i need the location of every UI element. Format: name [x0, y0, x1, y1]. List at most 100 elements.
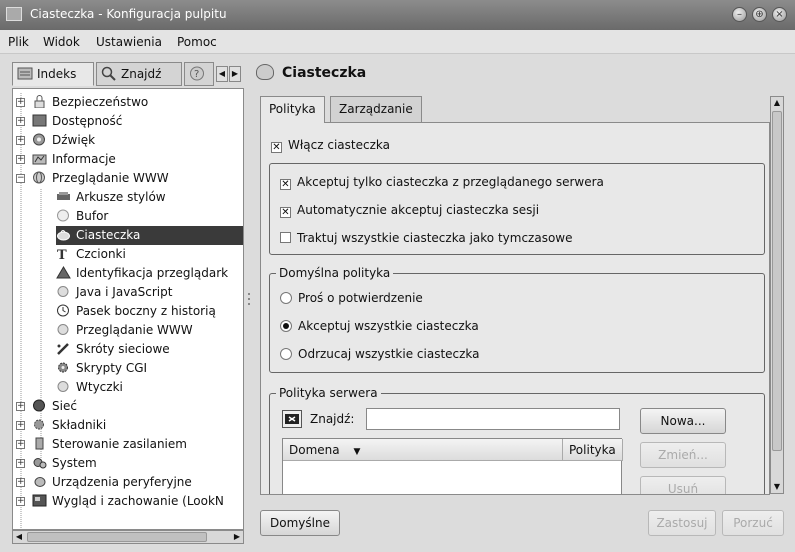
tab-management[interactable]: Zarządzanie: [330, 96, 422, 122]
expand-icon[interactable]: +: [16, 440, 25, 449]
expand-icon[interactable]: +: [16, 478, 25, 487]
tree-item-cookies[interactable]: Ciasteczka: [56, 226, 243, 245]
tab-search[interactable]: Znajdź: [96, 62, 182, 86]
domain-search-input[interactable]: [366, 408, 620, 430]
minimize-button[interactable]: –: [732, 7, 747, 22]
menu-help[interactable]: Pomoc: [177, 35, 217, 49]
tree-item-cache[interactable]: Bufor: [56, 207, 241, 226]
tree-item-accessibility[interactable]: + Dostępność: [16, 112, 241, 131]
treat-all-as-session-checkbox[interactable]: Traktuj wszystkie ciasteczka jako tymcza…: [280, 230, 573, 246]
tabs-scroll-left-button[interactable]: ◀: [216, 66, 228, 82]
tree-item-information[interactable]: + Informacje: [16, 150, 241, 169]
expand-icon[interactable]: +: [16, 136, 25, 145]
checkbox-box[interactable]: ✕: [280, 179, 291, 190]
lock-icon: [32, 95, 47, 109]
tree-item-plugins[interactable]: Wtyczki: [56, 378, 241, 397]
scroll-left-arrow[interactable]: ◀: [13, 531, 25, 543]
reject-all-radio[interactable]: Odrzucaj wszystkie ciasteczka: [280, 346, 480, 362]
apply-button[interactable]: Zastosuj: [648, 510, 716, 536]
group-title: Domyślna polityka: [276, 266, 394, 280]
new-policy-button[interactable]: Nowa...: [640, 408, 726, 434]
change-policy-button[interactable]: Zmień...: [640, 442, 726, 468]
accept-all-radio[interactable]: Akceptuj wszystkie ciasteczka: [280, 318, 479, 334]
radio-label: Odrzucaj wszystkie ciasteczka: [298, 347, 480, 361]
checkbox-box[interactable]: ✕: [280, 207, 291, 218]
tree-item-cgi-scripts[interactable]: Skrypty CGI: [56, 359, 241, 378]
maximize-button[interactable]: ⊕: [752, 7, 767, 22]
menu-file[interactable]: Plik: [8, 35, 29, 49]
collapse-icon[interactable]: −: [16, 174, 25, 183]
expand-icon[interactable]: +: [16, 155, 25, 164]
accessibility-icon: [32, 114, 47, 127]
tree-item-label: Dostępność: [52, 114, 123, 128]
window-title: Ciasteczka - Konfiguracja pulpitu: [30, 7, 227, 21]
appearance-icon: [32, 494, 47, 507]
radio-circle[interactable]: [280, 320, 292, 332]
ask-for-confirmation-radio[interactable]: Proś o potwierdzenie: [280, 290, 423, 306]
server-policy-group: Polityka serwera Znajdź: Nowa... Zmień..…: [269, 386, 765, 494]
index-icon: [17, 66, 33, 81]
column-header-domain[interactable]: Domena ▼: [283, 439, 563, 461]
tree-item-browser-identification[interactable]: Identyfikacja przeglądark: [56, 264, 241, 283]
tab-policy[interactable]: Polityka: [260, 96, 325, 123]
tree-item-label: Wygląd i zachowanie (LookN: [52, 494, 224, 508]
mouse-icon: [32, 475, 47, 488]
scroll-down-arrow[interactable]: ▼: [771, 481, 783, 493]
close-button[interactable]: ×: [772, 7, 787, 22]
app-icon[interactable]: [6, 7, 22, 21]
tabs-scroll-right-button[interactable]: ▶: [229, 66, 241, 82]
tree-item-label: Identyfikacja przeglądark: [76, 266, 229, 280]
expand-icon[interactable]: +: [16, 117, 25, 126]
tree-item-fonts[interactable]: T Czcionki: [56, 245, 241, 264]
clear-search-icon[interactable]: [282, 410, 302, 428]
delete-policy-button[interactable]: Usuń: [640, 476, 726, 494]
defaults-button[interactable]: Domyślne: [260, 510, 340, 536]
tree-item-web-shortcuts[interactable]: Skróty sieciowe: [56, 340, 241, 359]
scroll-up-arrow[interactable]: ▲: [771, 97, 783, 109]
tree-item-web-browsing[interactable]: − Przeglądanie WWW: [16, 169, 241, 188]
help-icon: ?: [189, 66, 205, 81]
tree-item-system[interactable]: + System: [16, 454, 241, 473]
radio-circle[interactable]: [280, 348, 292, 360]
menu-settings[interactable]: Ustawienia: [96, 35, 162, 49]
radio-circle[interactable]: [280, 292, 292, 304]
auto-accept-session-checkbox[interactable]: ✕ Automatycznie akceptuj ciasteczka sesji: [280, 202, 539, 218]
tree-item-label: Skrypty CGI: [76, 361, 148, 375]
expand-icon[interactable]: +: [16, 98, 25, 107]
panel-splitter[interactable]: [246, 290, 252, 310]
tree-item-security[interactable]: + Bezpieczeństwo: [16, 93, 241, 112]
reset-button[interactable]: Porzuć: [722, 510, 784, 536]
tree-item-java-javascript[interactable]: Java i JavaScript: [56, 283, 241, 302]
menu-view[interactable]: Widok: [43, 35, 80, 49]
tree-item-look-and-feel[interactable]: + Wygląd i zachowanie (LookN: [16, 492, 241, 511]
tree-item-power-control[interactable]: + Sterowanie zasilaniem: [16, 435, 241, 454]
enable-cookies-checkbox[interactable]: ✕ Włącz ciasteczka: [271, 137, 390, 153]
content-vertical-scrollbar[interactable]: ▲ ▼: [770, 96, 784, 494]
column-header-policy[interactable]: Polityka: [563, 439, 623, 461]
tree-item-components[interactable]: + Składniki: [16, 416, 241, 435]
expand-icon[interactable]: +: [16, 459, 25, 468]
checkbox-box[interactable]: [280, 232, 291, 243]
tab-index[interactable]: Indeks: [12, 62, 94, 86]
tree-item-history-sidebar[interactable]: Pasek boczny z historią: [56, 302, 241, 321]
tab-help[interactable]: ?: [184, 62, 214, 86]
accept-originating-server-checkbox[interactable]: ✕ Akceptuj tylko ciasteczka z przeglądane…: [280, 174, 604, 190]
scrollbar-thumb[interactable]: [772, 111, 782, 451]
scrollbar-thumb[interactable]: [27, 532, 207, 542]
expand-icon[interactable]: +: [16, 402, 25, 411]
expand-icon[interactable]: +: [16, 497, 25, 506]
checkbox-label: Traktuj wszystkie ciasteczka jako tymcza…: [297, 231, 573, 245]
tree-item-label: Składniki: [52, 418, 107, 432]
tree-item-peripherals[interactable]: + Urządzenia peryferyjne: [16, 473, 241, 492]
tree-item-web-browsing-sub[interactable]: Przeglądanie WWW: [56, 321, 241, 340]
right-panel: Ciasteczka Polityka Zarządzanie ✕ Włącz c…: [256, 60, 788, 544]
expand-icon[interactable]: +: [16, 421, 25, 430]
speaker-icon: [32, 133, 47, 146]
checkbox-box[interactable]: ✕: [271, 142, 282, 153]
scroll-right-arrow[interactable]: ▶: [231, 531, 243, 543]
tree-horizontal-scrollbar[interactable]: ◀ ▶: [12, 530, 244, 544]
tree-item-sound[interactable]: + Dźwięk: [16, 131, 241, 150]
cookie-icon: [56, 228, 71, 241]
tree-item-network[interactable]: + Sieć: [16, 397, 241, 416]
tree-item-stylesheets[interactable]: Arkusze stylów: [56, 188, 241, 207]
